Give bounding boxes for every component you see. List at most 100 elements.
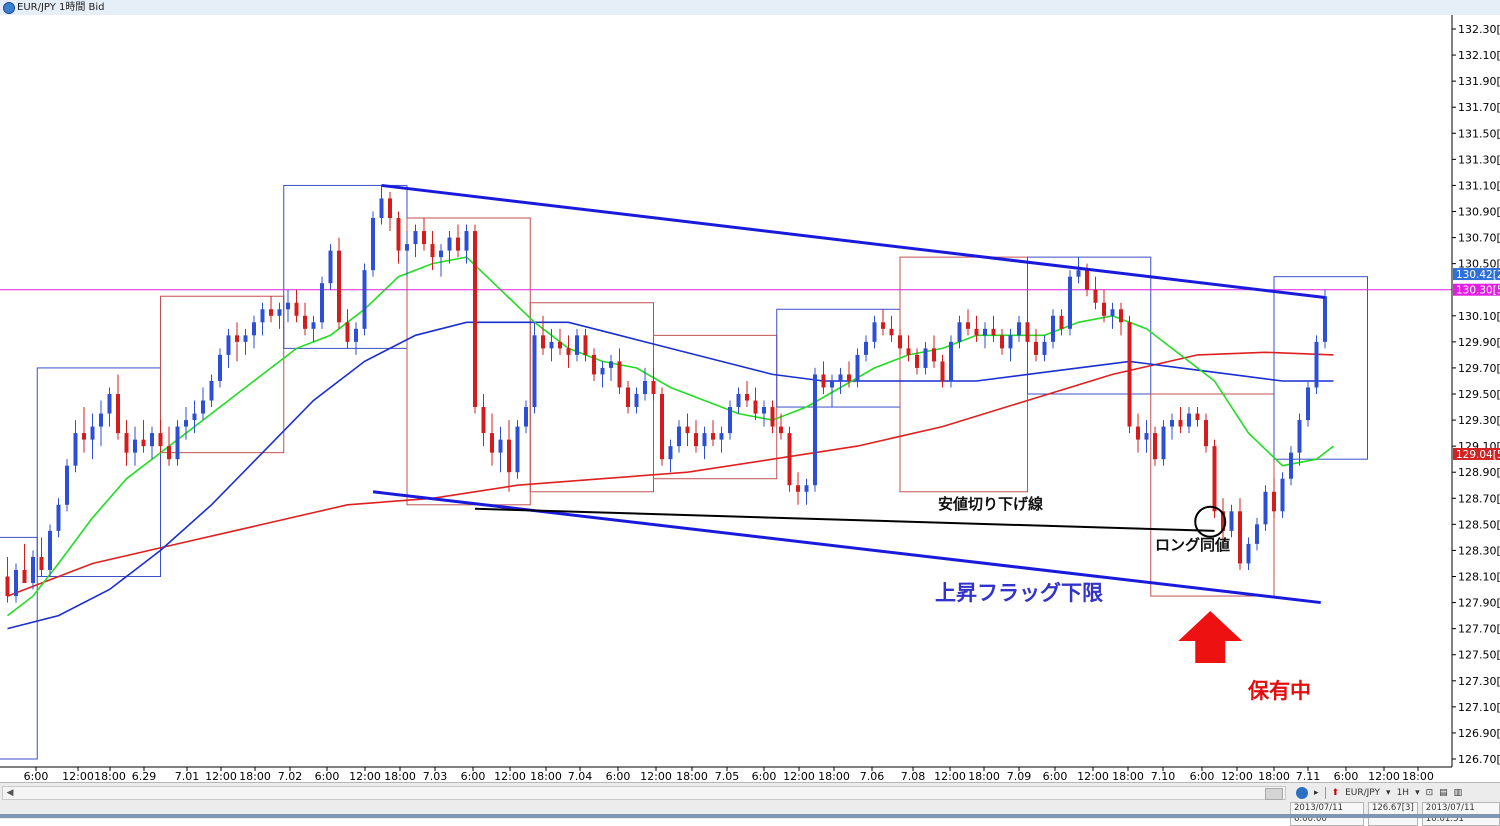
candle-body: [1017, 322, 1021, 336]
y-tick-label: 128.50[0: [1458, 518, 1500, 531]
candle-body: [405, 244, 409, 251]
candle-body: [838, 374, 843, 381]
play-icon[interactable]: ▸: [1314, 788, 1319, 798]
zoom-icon[interactable]: ▥: [1454, 788, 1463, 798]
candle-body: [634, 394, 639, 408]
y-tick-label: 129.50[0: [1458, 388, 1500, 401]
candle-body: [1263, 491, 1268, 525]
candle-body: [5, 576, 10, 597]
lock-icon[interactable]: ⊡: [1426, 788, 1434, 798]
chart-area[interactable]: 安値切り下げ線ロング同値上昇フラッグ下限保有中 132.30[0 132.10[0 1…: [0, 15, 1500, 790]
y-tick-label: 132.30[0: [1458, 23, 1500, 36]
candle-body: [1059, 315, 1064, 329]
candle-body: [311, 322, 316, 329]
y-tick-label: 127.70[0: [1458, 623, 1500, 636]
globe-icon[interactable]: [1296, 787, 1308, 799]
candle-body: [1000, 335, 1004, 349]
candle-body: [286, 302, 290, 310]
candle-body: [48, 530, 52, 570]
candle-body: [226, 335, 231, 355]
candle-body: [779, 426, 783, 434]
candle-body: [830, 380, 834, 388]
candle-body: [320, 283, 324, 323]
candle-body: [218, 354, 222, 381]
candle-body: [192, 413, 197, 421]
candle-body: [73, 433, 78, 466]
candle-body: [116, 394, 120, 434]
candle-body: [1025, 322, 1030, 342]
candle-body: [1229, 511, 1234, 531]
candle-body: [592, 354, 596, 375]
scroll-left-icon[interactable]: ◀: [3, 787, 17, 799]
timeframe-select[interactable]: 1H: [1397, 788, 1410, 798]
candle-body: [456, 237, 460, 251]
candle-body: [566, 348, 571, 355]
candle-body: [260, 309, 265, 323]
dropdown-icon[interactable]: ▾: [1415, 788, 1420, 798]
candle-body: [626, 387, 630, 408]
candle-body: [107, 394, 112, 414]
chart-annotation: 上昇フラッグ下限: [935, 581, 1103, 605]
candle-body: [1136, 426, 1140, 440]
candle-body: [1161, 426, 1166, 460]
scroll-thumb[interactable]: [1265, 788, 1283, 800]
candlestick-chart[interactable]: 安値切り下げ線ロング同値上昇フラッグ下限保有中 132.30[0 132.10[0 1…: [0, 15, 1500, 790]
candle-body: [719, 433, 724, 440]
candle-body: [362, 270, 367, 329]
candle-body: [923, 348, 928, 368]
dropdown-icon[interactable]: ▾: [1386, 788, 1391, 798]
candle-body: [252, 322, 256, 336]
candle-body: [677, 426, 681, 447]
separator: [1324, 787, 1326, 799]
candle-body: [277, 309, 282, 316]
candle-body: [1212, 446, 1217, 512]
candle-body: [1144, 433, 1149, 440]
candle-body: [345, 322, 350, 342]
candle-body: [1051, 315, 1055, 342]
candle-body: [889, 328, 894, 336]
symbol-arrow-icon: ⬆: [1331, 788, 1340, 798]
candle-body: [1272, 491, 1276, 512]
y-tick-label: 130.90[0: [1458, 206, 1500, 219]
candle-body: [728, 407, 732, 434]
candle-body: [1297, 420, 1302, 453]
candle-body: [65, 465, 69, 505]
candle-body: [753, 400, 758, 414]
candle-body: [881, 322, 885, 329]
y-tick-label: 126.70[0: [1458, 753, 1500, 766]
candle-body: [966, 322, 970, 329]
y-tick-label: 131.30[0: [1458, 153, 1500, 166]
candle-body: [813, 374, 817, 486]
candle-body: [22, 569, 27, 584]
candle-body: [464, 231, 469, 251]
candle-body: [1068, 276, 1072, 329]
candle-body: [651, 380, 656, 394]
candle-body: [736, 394, 741, 408]
settings-icon[interactable]: ▤: [1439, 788, 1448, 798]
candle-body: [1204, 420, 1208, 447]
candle-body: [473, 231, 477, 408]
candle-body: [1246, 543, 1251, 564]
candle-body: [1289, 452, 1293, 479]
candle-body: [1187, 413, 1191, 427]
candle-body: [235, 335, 239, 342]
candle-body: [1314, 341, 1319, 388]
candle-body: [498, 439, 503, 453]
horizontal-scrollbar[interactable]: ◀: [2, 786, 1286, 800]
candle-body: [56, 504, 61, 531]
taskbar: [0, 814, 1500, 818]
candle-body: [575, 335, 579, 355]
candle-body: [294, 302, 299, 316]
candle-body: [439, 250, 443, 258]
candle-body: [668, 446, 673, 460]
candle-body: [14, 569, 18, 597]
candle-body: [201, 400, 205, 414]
candle-body: [141, 439, 146, 447]
candle-body: [847, 374, 851, 381]
candle-body: [1153, 433, 1157, 460]
symbol-select[interactable]: EUR/JPY: [1345, 788, 1380, 798]
candle-body: [600, 367, 605, 375]
y-tick-label: 128.30[0: [1458, 544, 1500, 557]
candle-body: [609, 361, 613, 368]
candle-body: [150, 433, 154, 447]
